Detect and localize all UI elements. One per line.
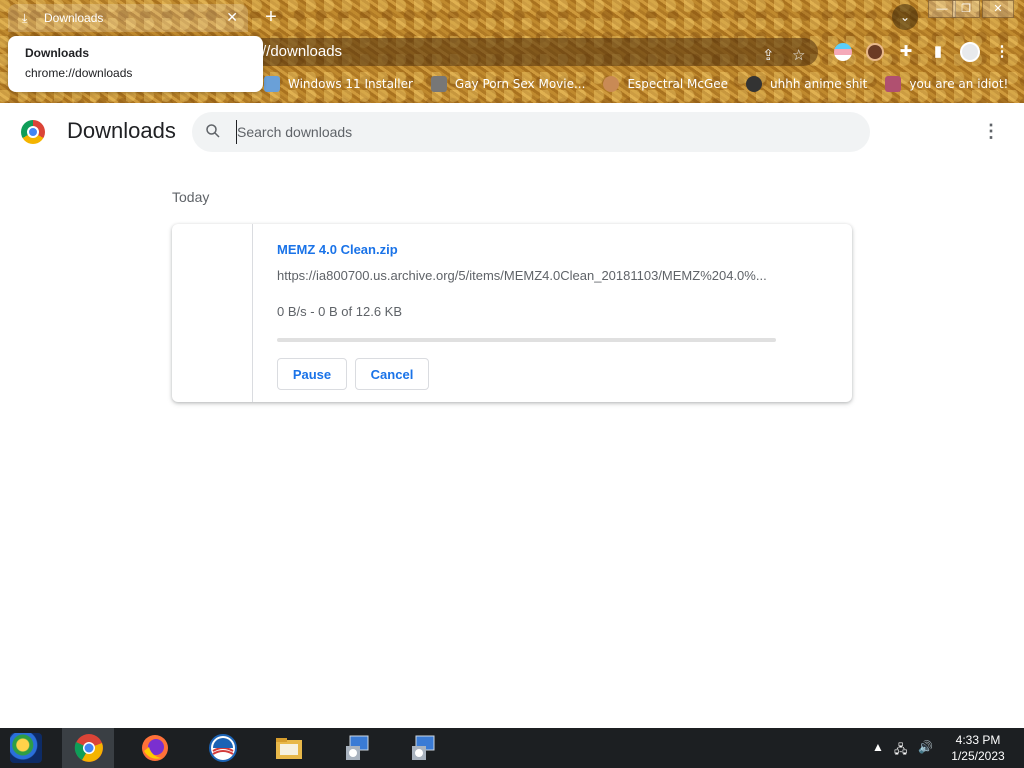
- hover-card-title: Downloads: [25, 46, 90, 60]
- hover-card-url: chrome://downloads: [25, 66, 133, 80]
- profile-icon[interactable]: [960, 42, 980, 62]
- network-icon[interactable]: 🖧: [894, 740, 907, 761]
- system-clock[interactable]: 4:33 PM 1/25/2023: [946, 732, 1010, 764]
- bookmark-item[interactable]: Gay Porn Sex Movie...: [430, 74, 585, 94]
- clock-time: 4:33 PM: [955, 733, 1001, 747]
- bookmark-favicon-icon: [603, 76, 620, 92]
- date-group-label: Today: [172, 189, 210, 205]
- clock-date: 1/25/2023: [951, 749, 1005, 763]
- file-name-link[interactable]: MEMZ 4.0 Clean.zip: [277, 242, 398, 257]
- taskbar-obama[interactable]: [196, 728, 248, 768]
- search-box[interactable]: [192, 112, 870, 152]
- download-progress-bar: [277, 338, 776, 342]
- taskbar-file-explorer[interactable]: [262, 728, 314, 768]
- more-options-icon[interactable]: ⋮: [982, 120, 1000, 142]
- address-bar-url: //downloads: [262, 43, 343, 60]
- tab-downloads[interactable]: ⤓ Downloads ✕: [8, 4, 248, 32]
- close-tab-icon[interactable]: ✕: [226, 9, 238, 26]
- extension-avatar-icon[interactable]: [866, 43, 884, 61]
- search-input[interactable]: [236, 120, 836, 144]
- tab-hover-card: Downloads chrome://downloads: [8, 36, 263, 92]
- taskbar-firefox[interactable]: [128, 728, 180, 768]
- address-bar[interactable]: //downloads ⇪ ☆: [240, 38, 818, 66]
- installer-icon: [412, 735, 435, 760]
- pause-button[interactable]: Pause: [277, 358, 347, 390]
- new-tab-button[interactable]: +: [262, 6, 280, 29]
- side-panel-icon[interactable]: ▮: [928, 42, 948, 62]
- show-hidden-icons-icon[interactable]: ▲: [872, 740, 884, 754]
- restore-button[interactable]: ❐: [952, 0, 980, 18]
- folder-icon: [276, 738, 302, 759]
- page-title: Downloads: [67, 118, 176, 143]
- file-icon-column: [172, 224, 253, 402]
- bookmark-item[interactable]: uhhh anime shit: [746, 74, 867, 94]
- file-source-url[interactable]: https://ia800700.us.archive.org/5/items/…: [277, 268, 777, 283]
- download-icon: ⤓: [22, 10, 28, 25]
- obama-logo-icon: [209, 734, 237, 762]
- installer-icon: [346, 735, 369, 760]
- search-icon: [206, 124, 220, 138]
- start-button[interactable]: [10, 733, 42, 763]
- chrome-icon: [74, 734, 103, 762]
- taskbar-installer-2[interactable]: [396, 728, 448, 768]
- extensions-puzzle-icon[interactable]: ✚: [896, 42, 916, 62]
- taskbar-installer-1[interactable]: [330, 728, 382, 768]
- taskbar: ▲ 🖧 🔊 4:33 PM 1/25/2023: [0, 728, 1024, 768]
- volume-icon[interactable]: 🔊: [918, 740, 933, 754]
- tab-title: Downloads: [44, 11, 104, 25]
- tab-search-button[interactable]: ⌄: [892, 4, 918, 30]
- close-window-button[interactable]: ✕: [982, 0, 1014, 18]
- bookmark-favicon-icon: [746, 76, 763, 92]
- taskbar-chrome[interactable]: [62, 728, 114, 768]
- downloads-header: Downloads ⋮: [0, 103, 1024, 159]
- bookmark-item[interactable]: you are an idiot!: [885, 74, 1008, 94]
- bookmark-favicon-icon: [264, 76, 280, 92]
- extension-flag-icon[interactable]: [834, 43, 852, 61]
- menu-kebab-icon[interactable]: ⋮: [992, 42, 1012, 62]
- bookmark-favicon-icon: [885, 76, 902, 92]
- firefox-icon: [142, 735, 168, 761]
- download-item: MEMZ 4.0 Clean.zip https://ia800700.us.a…: [172, 224, 852, 402]
- bookmark-star-icon[interactable]: ☆: [792, 42, 805, 70]
- cancel-button[interactable]: Cancel: [355, 358, 429, 390]
- bookmark-item[interactable]: Espectral McGee: [603, 74, 728, 94]
- download-status: 0 B/s - 0 B of 12.6 KB: [277, 304, 403, 319]
- chrome-logo-icon: [21, 120, 45, 144]
- bookmark-favicon-icon: [430, 76, 447, 92]
- share-icon[interactable]: ⇪: [762, 42, 775, 70]
- bookmark-item[interactable]: Windows 11 Installer: [264, 74, 413, 94]
- bookmarks-bar: Windows 11 Installer Gay Porn Sex Movie.…: [264, 74, 1008, 94]
